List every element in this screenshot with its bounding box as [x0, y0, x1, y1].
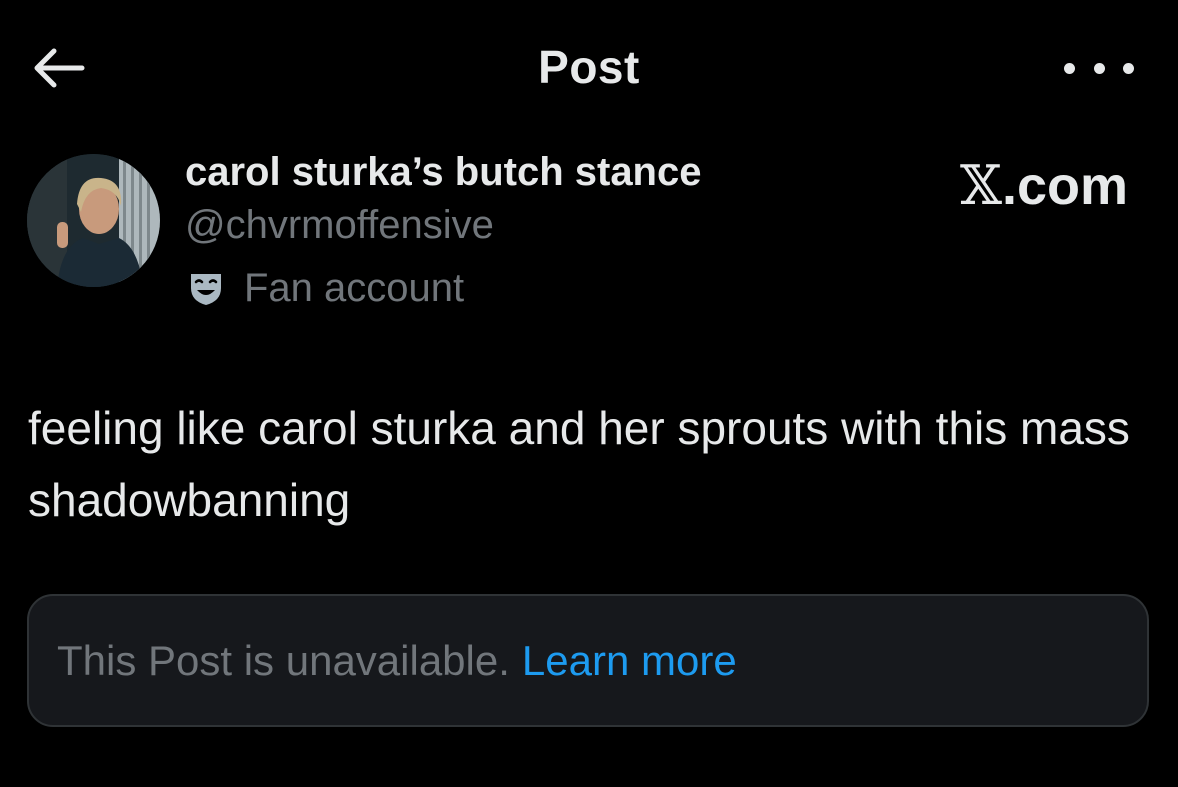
author-display-name[interactable]: carol sturka’s butch stance	[185, 150, 701, 195]
x-com-watermark: 𝕏.com	[960, 154, 1128, 217]
avatar-image	[27, 154, 160, 287]
unavailable-quoted-post: This Post is unavailable. Learn more	[27, 594, 1149, 727]
account-label: Fan account	[188, 266, 464, 311]
account-label-text: Fan account	[244, 266, 465, 310]
top-bar: Post	[0, 0, 1178, 140]
page-title: Post	[538, 41, 640, 93]
author-handle[interactable]: @chvrmoffensive	[185, 203, 494, 248]
theater-mask-icon	[191, 273, 221, 305]
avatar[interactable]	[27, 154, 160, 287]
more-horizontal-icon	[1064, 62, 1075, 74]
post-text: feeling like carol sturka and her sprout…	[28, 402, 1130, 526]
unavailable-message: This Post is unavailable.	[57, 636, 510, 684]
more-options-button[interactable]	[1064, 46, 1134, 90]
learn-more-link[interactable]: Learn more	[522, 637, 737, 685]
